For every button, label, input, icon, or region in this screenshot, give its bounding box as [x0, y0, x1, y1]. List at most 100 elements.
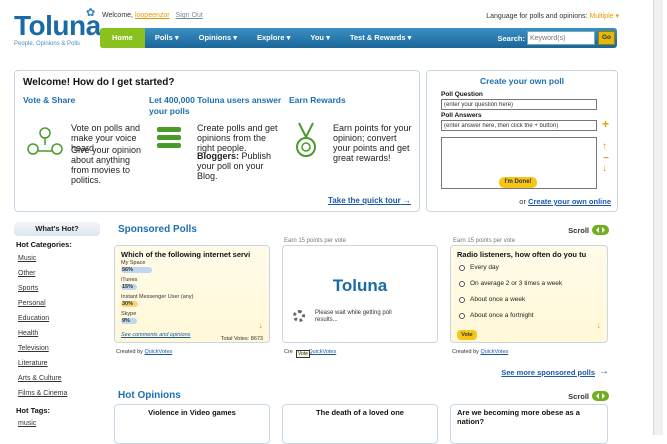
poll-question: Which of the following internet servi — [121, 250, 251, 259]
arrow-down-icon[interactable]: ↓ — [602, 163, 607, 174]
hot-categories-heading: Hot Categories: — [16, 240, 72, 249]
create-online-link[interactable]: Create your own online — [528, 197, 611, 206]
rewards-text: Earn points for your opinion; convert yo… — [333, 123, 412, 163]
done-button[interactable]: I'm Done! — [499, 177, 537, 188]
flower-icon: ✿ — [86, 7, 96, 19]
arrow-right-icon: → — [403, 196, 411, 205]
arrow-down-icon[interactable]: ↓ — [259, 320, 264, 330]
loading-text: Please wait while getting poll results..… — [315, 310, 392, 323]
arrow-down-icon[interactable]: ↓ — [597, 320, 602, 330]
getting-started-title: Welcome! How do I get started? — [23, 77, 175, 88]
poll-option[interactable]: About once a week — [459, 296, 525, 303]
loading-spinner-icon — [293, 310, 305, 322]
search-input[interactable] — [527, 31, 595, 45]
poll-option[interactable]: On average 2 or 3 times a week — [459, 280, 562, 287]
poll-question-input[interactable] — [441, 99, 597, 110]
total-votes: Total Votes: 8673 — [220, 336, 263, 342]
poll-option[interactable]: Every day — [459, 264, 499, 271]
poll-result-bar: 30% — [121, 301, 138, 307]
creator-link[interactable]: QuickVotes — [144, 349, 172, 355]
page-scrollbar[interactable] — [653, 0, 663, 435]
nav-home[interactable]: Home — [100, 28, 145, 48]
opinion-title: Violence in Video games — [148, 408, 236, 417]
category-link-other[interactable]: Other — [18, 270, 36, 277]
nav-explore-label: Explore — [257, 33, 285, 42]
see-comments-link[interactable]: See comments and opinions — [121, 332, 190, 338]
welcome-bar: Welcome, loopeenzor Sign Out — [102, 12, 203, 19]
vote-share-heading: Vote & Share — [23, 95, 76, 105]
poll-option[interactable]: About once a fortnight — [459, 312, 534, 319]
medal-icon — [296, 122, 316, 157]
toluna-logo-small: Toluna — [332, 276, 388, 295]
chevron-down-icon: ▾ — [407, 33, 412, 42]
scroll-label: Scroll — [568, 391, 589, 401]
signout-link[interactable]: Sign Out — [176, 12, 203, 19]
sponsored-poll-card: Which of the following internet servi My… — [114, 245, 270, 343]
add-answer-icon[interactable]: + — [602, 117, 609, 131]
category-link-music[interactable]: Music — [18, 255, 36, 262]
opinion-card[interactable]: Violence in Video games — [114, 404, 270, 444]
nav-explore[interactable]: Explore ▾ — [247, 28, 300, 48]
nav-polls[interactable]: Polls ▾ — [145, 28, 189, 48]
scroll-arrows-icon[interactable] — [592, 391, 609, 401]
earn-points-text: Earn 15 points per vote — [284, 238, 347, 244]
category-link-films-cinema[interactable]: Films & Cinema — [18, 390, 67, 397]
sponsored-polls-title: Sponsored Polls — [118, 224, 197, 235]
earn-points-text: Earn 15 points per vote — [453, 238, 516, 244]
nav-opinions[interactable]: Opinions ▾ — [189, 28, 247, 48]
toluna-logo[interactable]: Toluna People, Opinions & Polls ✿ — [14, 7, 101, 47]
see-more-sponsored-link[interactable]: See more sponsored polls — [501, 368, 595, 377]
opinions-scroll-control[interactable]: Scroll — [568, 391, 609, 401]
sponsored-poll-card: Radio listeners, how often do you tu Eve… — [450, 245, 608, 343]
create-online-row: or Create your own online — [519, 197, 611, 206]
sponsored-scroll-control[interactable]: Scroll — [568, 225, 609, 235]
category-link-television[interactable]: Television — [18, 345, 49, 352]
nav-opinions-label: Opinions — [198, 33, 232, 42]
poll-question: Radio listeners, how often do you tu — [457, 250, 587, 259]
tag-link-music[interactable]: music — [18, 420, 36, 427]
poll-result-bar: 15% — [121, 284, 137, 290]
poll-option-label: Skype — [121, 311, 137, 317]
category-link-literature[interactable]: Literature — [18, 360, 48, 367]
option-label: On average 2 or 3 times a week — [470, 280, 563, 287]
category-link-health[interactable]: Health — [18, 330, 38, 337]
scroll-arrows-icon[interactable] — [592, 225, 609, 235]
category-link-education[interactable]: Education — [18, 315, 49, 322]
create-text-2: Bloggers: Publish your poll on your Blog… — [197, 151, 279, 181]
sponsored-poll-card-loading: Toluna Please wait while getting poll re… — [282, 245, 438, 343]
radio-button[interactable] — [459, 296, 465, 303]
poll-answer-input[interactable] — [441, 120, 597, 131]
arrow-up-icon[interactable]: ↑ — [602, 141, 607, 152]
quick-tour-label: Take the quick tour — [328, 196, 401, 205]
poll-option-label: iTunes — [121, 277, 138, 283]
category-link-sports[interactable]: Sports — [18, 285, 38, 292]
created-by-label: Created by — [452, 349, 479, 355]
search-area: Search: — [497, 31, 595, 45]
poll-creator: Created by QuickVotes — [116, 349, 172, 355]
language-value[interactable]: Multiple — [589, 13, 613, 20]
opinion-card[interactable]: Are we becoming more obese as a nation? — [450, 404, 608, 444]
welcome-text: Welcome, — [102, 12, 133, 19]
nav-test-rewards[interactable]: Test & Rewards ▾ — [340, 28, 422, 48]
quick-tour-link[interactable]: Take the quick tour → — [328, 196, 411, 205]
create-poll-title: Create your own poll — [479, 76, 565, 86]
opinion-card[interactable]: The death of a loved one — [282, 404, 438, 444]
category-link-personal[interactable]: Personal — [18, 300, 46, 307]
nav-polls-label: Polls — [154, 33, 173, 42]
language-label: Language for polls and opinions: — [486, 13, 588, 20]
vote-button[interactable]: Vote — [457, 330, 477, 340]
radio-button[interactable] — [459, 280, 465, 287]
creator-link[interactable]: QuickVotes — [308, 349, 336, 355]
creator-link[interactable]: QuickVotes — [480, 349, 508, 355]
logo-tagline: People, Opinions & Polls — [14, 41, 81, 47]
opinion-title: The death of a loved one — [316, 408, 404, 417]
nav-you[interactable]: You ▾ — [300, 28, 339, 48]
chevron-down-icon: ▾ — [326, 33, 330, 42]
category-link-arts-culture[interactable]: Arts & Culture — [18, 375, 62, 382]
language-selector[interactable]: Language for polls and opinions: Multipl… — [486, 12, 619, 20]
radio-button[interactable] — [459, 312, 465, 319]
username-link[interactable]: loopeenzor — [135, 12, 170, 19]
search-go-button[interactable]: Go — [598, 31, 615, 45]
radio-button[interactable] — [459, 264, 465, 271]
poll-option-label: Instant Messenger User (any) — [121, 294, 194, 300]
